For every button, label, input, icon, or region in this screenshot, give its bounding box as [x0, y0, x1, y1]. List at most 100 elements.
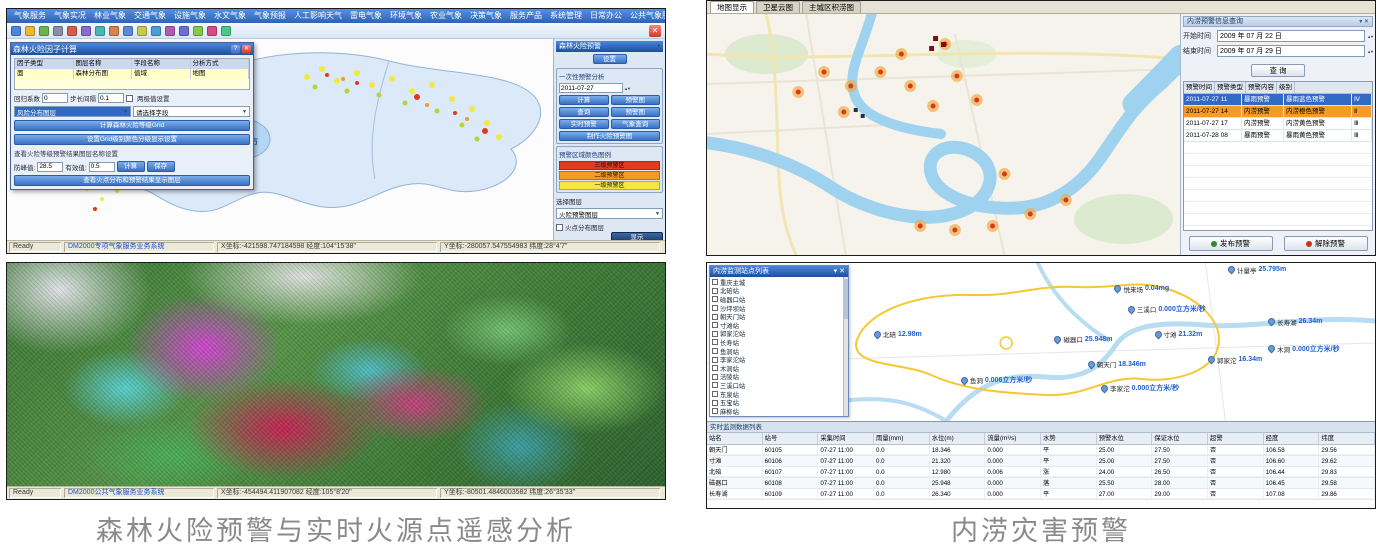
station-list-item[interactable]: 北碚站	[712, 287, 847, 296]
step-input[interactable]	[98, 93, 124, 103]
toolbar-icon[interactable]	[81, 26, 91, 36]
toolbar-icon[interactable]	[53, 26, 63, 36]
station-list-item[interactable]: 磁器口站	[712, 295, 847, 304]
station-marker[interactable]: 寸滩 21.32m	[1155, 329, 1203, 339]
spinner-icon[interactable]: ▲▼	[1367, 49, 1373, 54]
menu-item[interactable]: 气象服务	[10, 9, 50, 23]
table-row[interactable]: 2011-07-27 11 暴雨预警 暴雨蓝色预警 Ⅳ	[1184, 94, 1372, 106]
station-list-item[interactable]: 寸滩站	[712, 321, 847, 330]
station-list-item[interactable]: 郭家沱站	[712, 330, 847, 339]
station-list-item[interactable]: 三溪口站	[712, 381, 847, 390]
checkbox-icon[interactable]	[712, 348, 718, 354]
station-list-item[interactable]: 沙坪坝站	[712, 304, 847, 313]
help-icon[interactable]: ?	[231, 45, 240, 54]
spinner-icon[interactable]: ▲▼	[1367, 34, 1373, 39]
menu-item[interactable]: 农业气象	[426, 9, 466, 23]
menu-item[interactable]: 环境气象	[386, 9, 426, 23]
scrollbar[interactable]	[843, 277, 848, 416]
table-row[interactable]: 2011-07-27 17 内涝预警 内涝黄色预警 Ⅲ	[1184, 118, 1372, 130]
end-date-input[interactable]: 2009 年 07 月 29 日	[1217, 45, 1365, 57]
checkbox-icon[interactable]	[712, 382, 718, 388]
station-list-item[interactable]: 朝天门站	[712, 312, 847, 321]
make-warning-map-button[interactable]: 制作火险预警图	[559, 131, 660, 141]
toolbar-icon[interactable]	[221, 26, 231, 36]
station-list-item[interactable]: 鱼洞站	[712, 347, 847, 356]
analysis-button[interactable]: 计算	[559, 95, 609, 105]
minimize-icon[interactable]: ▾	[834, 268, 838, 275]
tab-map-view[interactable]: 地图显示	[710, 1, 754, 13]
table-row[interactable]: 北碚6010707-27 11:00 0.012.9800.006 涨24.00…	[707, 467, 1375, 478]
menu-item[interactable]: 人工影响天气	[290, 9, 346, 23]
station-map[interactable]: 计量亭 25.795m 悦来场 0.04mg 三溪口 0.000立方米/秒	[707, 263, 1375, 421]
checkbox-icon[interactable]	[712, 288, 718, 294]
station-marker[interactable]: 朝天门 18.346m	[1088, 359, 1146, 369]
warning-date-input[interactable]	[559, 83, 623, 93]
checkbox-icon[interactable]	[712, 279, 718, 285]
station-list-item[interactable]: 李家沱站	[712, 355, 847, 364]
validity-input[interactable]	[89, 162, 115, 172]
analysis-button[interactable]: 实时预警	[559, 119, 609, 129]
toolbar-icon[interactable]	[123, 26, 133, 36]
menu-item[interactable]: 设施气象	[170, 9, 210, 23]
start-date-input[interactable]: 2009 年 07 月 22 日	[1217, 30, 1365, 42]
toolbar-icon[interactable]	[25, 26, 35, 36]
checkbox-icon[interactable]	[712, 331, 718, 337]
grid-row[interactable]: 面森林分布图 值域地图	[15, 69, 249, 79]
toolbar-icon[interactable]	[137, 26, 147, 36]
cancel-warning-button[interactable]: 解除预警	[1284, 236, 1368, 251]
compute-button[interactable]: 计算	[117, 161, 145, 172]
station-list-item[interactable]: 涪陵站	[712, 373, 847, 382]
analysis-button[interactable]: 预警图	[611, 95, 661, 105]
toolbar-icon[interactable]	[109, 26, 119, 36]
pin-icon[interactable]: ▾	[1359, 19, 1362, 25]
menu-item[interactable]: 日常办公	[586, 9, 626, 23]
station-list-item[interactable]: 东泉站	[712, 390, 847, 399]
table-row[interactable]: 朝天门6010507-27 11:00 0.018.3460.000 平25.0…	[707, 445, 1375, 456]
dialog-titlebar[interactable]: 森林火险因子计算 ? ✕	[11, 43, 253, 55]
toolbar-icon[interactable]	[207, 26, 217, 36]
station-marker[interactable]: 三溪口 0.000立方米/秒	[1128, 304, 1206, 314]
risk-layer-select[interactable]: 风险分布图层 ▼	[14, 106, 131, 117]
checkbox-icon[interactable]	[712, 322, 718, 328]
station-marker[interactable]: 木洞 0.000立方米/秒	[1268, 344, 1339, 354]
menu-item[interactable]: 林业气象	[90, 9, 130, 23]
toolbar-icon[interactable]	[11, 26, 21, 36]
station-marker[interactable]: 鱼洞 0.006立方米/秒	[961, 375, 1032, 385]
station-marker[interactable]: 计量亭 25.795m	[1228, 265, 1286, 275]
checkbox-icon[interactable]	[712, 400, 718, 406]
table-row[interactable]: 2011-07-28 08 暴雨预警 暴雨黄色预警 Ⅲ	[1184, 130, 1372, 142]
toolbar-icon[interactable]	[193, 26, 203, 36]
checkbox-icon[interactable]	[712, 314, 718, 320]
analysis-button[interactable]: 预警图	[611, 107, 661, 117]
checkbox-icon[interactable]	[712, 374, 718, 380]
station-list-item[interactable]: 五宝站	[712, 398, 847, 407]
toolbar-icon[interactable]	[165, 26, 175, 36]
checkbox-icon[interactable]	[712, 305, 718, 311]
publish-warning-button[interactable]: 发布预警	[1189, 236, 1273, 251]
station-marker[interactable]: 长寿湖 26.34m	[1268, 317, 1322, 327]
station-marker[interactable]: 悦来场 0.04mg	[1114, 284, 1169, 294]
toolbar-icon[interactable]	[39, 26, 49, 36]
field-select[interactable]: 请选择字段 ▼	[133, 106, 250, 117]
compute-grid-button[interactable]: 计算森林火险等级Grid	[14, 120, 250, 131]
close-icon[interactable]: ✕	[839, 268, 845, 275]
table-row[interactable]: 2011-07-27 14 内涝预警 内涝橙色预警 Ⅱ	[1184, 106, 1372, 118]
view-result-layers-button[interactable]: 查看火点分布和预警结果显示图层	[14, 175, 250, 186]
query-button[interactable]: 查 询	[1251, 64, 1305, 77]
city-flood-map[interactable]	[707, 14, 1180, 255]
fire-risk-map[interactable]: 长沙市 森林火险因子计算 ? ✕ 因子类型图层名称字段名称分析方式	[7, 39, 553, 240]
checkbox-icon[interactable]	[712, 391, 718, 397]
menu-item[interactable]: 服务产品	[506, 9, 546, 23]
checkbox-icon[interactable]	[712, 408, 718, 414]
checkbox-icon[interactable]	[712, 339, 718, 345]
checkbox-icon[interactable]	[712, 357, 718, 363]
save-button[interactable]: 保存	[147, 161, 175, 172]
station-marker[interactable]: 磁器口 25.948m	[1054, 334, 1112, 344]
menu-item[interactable]: 决策气象	[466, 9, 506, 23]
station-marker[interactable]: 郭家沱 16.34m	[1208, 355, 1262, 365]
menu-item[interactable]: 气象预报	[250, 9, 290, 23]
remote-sensing-image[interactable]	[7, 263, 665, 487]
threshold-input[interactable]	[37, 162, 63, 172]
menu-item[interactable]: 雷电气象	[346, 9, 386, 23]
toolbar-icon[interactable]	[95, 26, 105, 36]
